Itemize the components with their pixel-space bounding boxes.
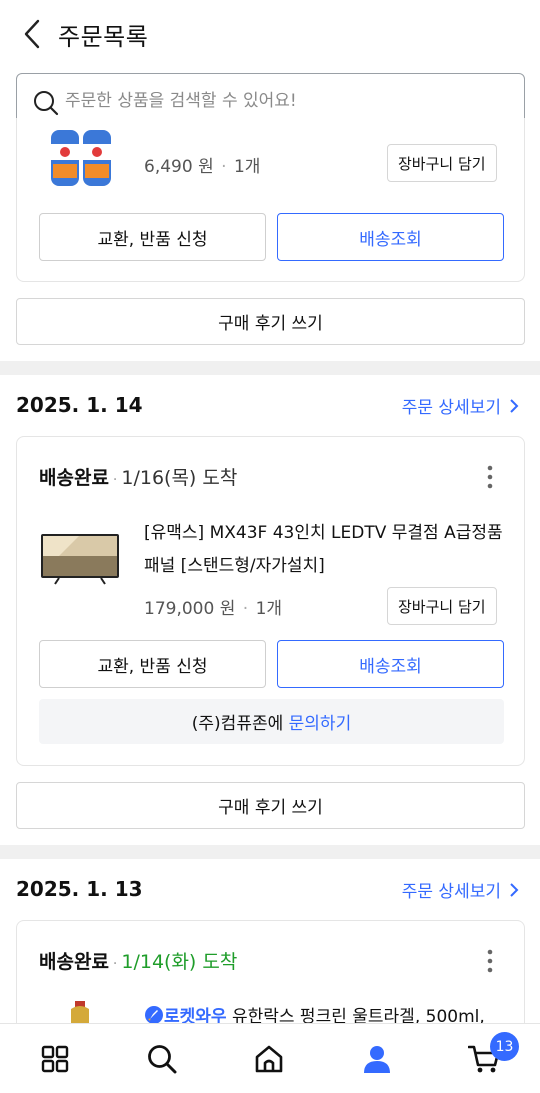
status-label: 배송완료 bbox=[39, 951, 109, 973]
delivery-status: 배송완료 · 1/14(화) 도착 bbox=[39, 947, 237, 974]
order-card: 배송완료 · 1/16(목) 도착 [유맥스] MX43F 43인치 LEDTV 무… bbox=[16, 436, 525, 766]
order-date-row: 2025. 1. 13 주문 상세보기 bbox=[16, 877, 525, 907]
write-review-button[interactable]: 구매 후기 쓰기 bbox=[16, 782, 525, 829]
arrival-date: 1/14(화) 도착 bbox=[121, 951, 238, 973]
separator-dot: · bbox=[237, 599, 254, 619]
tracking-button[interactable]: 배송조회 bbox=[277, 213, 504, 261]
price-line: 6,490 원 · 1개 bbox=[144, 152, 260, 177]
seller-name: (주)컴퓨존에 bbox=[191, 714, 284, 734]
quantity: 1개 bbox=[255, 599, 283, 619]
order-date: 2025. 1. 14 bbox=[16, 393, 143, 417]
product-image bbox=[51, 130, 111, 186]
bottom-navigation: 13 bbox=[0, 1023, 540, 1093]
order-detail-label: 주문 상세보기 bbox=[401, 882, 501, 902]
order-detail-link[interactable]: 주문 상세보기 bbox=[402, 393, 519, 418]
page-title: 주문목록 bbox=[58, 23, 149, 51]
price: 6,490 원 bbox=[144, 157, 214, 177]
order-date: 2025. 1. 13 bbox=[16, 877, 143, 901]
inquiry-link[interactable]: 문의하기 bbox=[289, 709, 352, 734]
quantity: 1개 bbox=[233, 157, 261, 177]
back-button[interactable] bbox=[14, 14, 50, 54]
price-line: 179,000 원 · 1개 bbox=[144, 594, 282, 619]
write-review-button[interactable]: 구매 후기 쓰기 bbox=[16, 298, 525, 345]
rocket-icon bbox=[145, 1006, 163, 1024]
exchange-return-button[interactable]: 교환, 반품 신청 bbox=[39, 640, 266, 688]
separator-dot: · bbox=[112, 956, 118, 972]
tracking-button[interactable]: 배송조회 bbox=[277, 640, 504, 688]
status-label: 배송완료 bbox=[39, 467, 109, 489]
more-options-icon[interactable] bbox=[486, 949, 494, 973]
product-thumbnail[interactable] bbox=[47, 130, 117, 188]
section-divider bbox=[0, 361, 540, 375]
order-date-row: 2025. 1. 14 주문 상세보기 bbox=[16, 393, 525, 423]
more-options-icon[interactable] bbox=[486, 465, 494, 489]
category-icon bbox=[41, 1045, 69, 1073]
order-card: 배송완료 · 1/14(화) 도착 로켓와우 유한락스 펑크린 울트라겔, 500m… bbox=[16, 920, 525, 1030]
search-icon bbox=[148, 1045, 177, 1074]
section-divider bbox=[0, 845, 540, 859]
order-card: 6,490 원 · 1개 장바구니 담기 교환, 반품 신청 배송조회 bbox=[16, 118, 525, 282]
home-icon bbox=[255, 1045, 283, 1073]
arrival-date: 1/16(목) 도착 bbox=[121, 467, 238, 489]
nav-category[interactable] bbox=[38, 1042, 72, 1076]
chevron-right-icon bbox=[510, 882, 519, 897]
product-title[interactable]: [유맥스] MX43F 43인치 LEDTV 무결점 A급정품패널 [스탠드형/… bbox=[144, 517, 504, 583]
search-icon bbox=[34, 91, 59, 116]
seller-inquiry: (주)컴퓨존에 문의하기 bbox=[39, 699, 504, 744]
my-coupang-icon bbox=[364, 1046, 390, 1073]
order-detail-link[interactable]: 주문 상세보기 bbox=[402, 877, 519, 902]
add-to-cart-button[interactable]: 장바구니 담기 bbox=[387, 587, 497, 625]
nav-my-coupang[interactable] bbox=[360, 1042, 394, 1076]
price: 179,000 원 bbox=[144, 599, 236, 619]
cart-count-badge: 13 bbox=[490, 1032, 519, 1061]
exchange-return-button[interactable]: 교환, 반품 신청 bbox=[39, 213, 266, 261]
nav-search[interactable] bbox=[145, 1042, 179, 1076]
chevron-left-icon bbox=[24, 19, 40, 49]
add-to-cart-button[interactable]: 장바구니 담기 bbox=[387, 144, 497, 182]
separator-dot: · bbox=[215, 157, 232, 177]
delivery-status: 배송완료 · 1/16(목) 도착 bbox=[39, 463, 237, 490]
product-image bbox=[41, 534, 119, 585]
chevron-right-icon bbox=[510, 398, 519, 413]
order-detail-label: 주문 상세보기 bbox=[401, 398, 501, 418]
separator-dot: · bbox=[112, 472, 118, 488]
nav-home[interactable] bbox=[252, 1042, 286, 1076]
header: 주문목록 bbox=[0, 0, 540, 70]
product-thumbnail[interactable] bbox=[39, 530, 121, 586]
